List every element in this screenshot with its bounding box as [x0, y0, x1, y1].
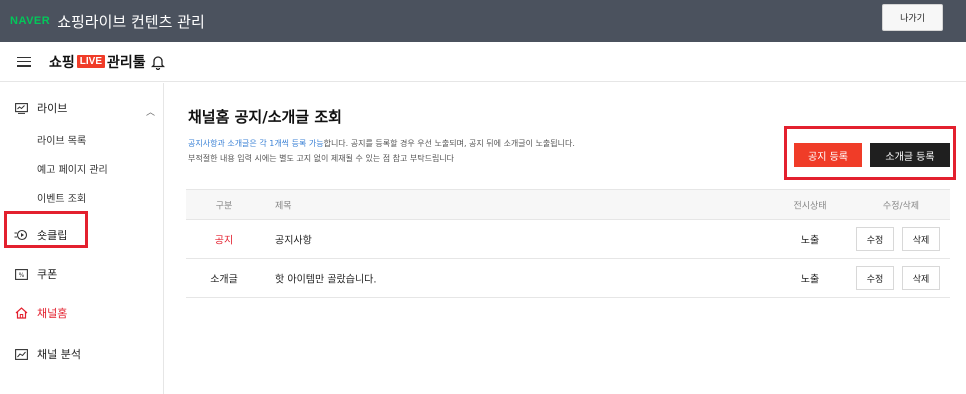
row-kind: 소개글	[210, 274, 238, 286]
app-title: 쇼핑라이브 컨텐츠 관리	[57, 12, 205, 31]
bell-icon[interactable]	[150, 54, 165, 70]
delete-button[interactable]: 삭제	[902, 266, 940, 290]
edit-button[interactable]: 수정	[856, 266, 894, 290]
exit-button[interactable]: 나가기	[882, 4, 943, 31]
row-status: 노출	[800, 274, 820, 286]
row-title[interactable]: 핫 아이템만 골랐습니다.	[275, 271, 377, 286]
notice-table: 구분 제목 전시상태 수정/삭제 공지 공지사항 노출 수정 삭제 소개글 핫 …	[186, 189, 950, 298]
sidebar-item-live-label: 라이브	[37, 102, 68, 115]
live-badge: LIVE	[76, 55, 105, 68]
register-notice-button[interactable]: 공지 등록	[794, 143, 862, 167]
sidebar-item-channel-analytics[interactable]: 채널 분석	[14, 346, 81, 362]
sidebar-item-channel-home-label: 채널홈	[37, 307, 68, 320]
sidebar-subitem-live-list[interactable]: 라이브 목록	[37, 132, 86, 147]
column-header-title: 제목	[275, 201, 292, 211]
sidebar-item-channel-home[interactable]: 채널홈	[14, 305, 67, 321]
brand-prefix: 쇼핑	[49, 54, 75, 71]
sidebar-item-coupon[interactable]: % 쿠폰	[14, 266, 57, 282]
row-title[interactable]: 공지사항	[275, 232, 312, 247]
menu-icon[interactable]	[17, 56, 31, 67]
top-bar: NAVER 쇼핑라이브 컨텐츠 관리 나가기	[0, 0, 966, 42]
sub-header: 쇼핑 LIVE 관리툴	[0, 42, 966, 82]
edit-button[interactable]: 수정	[856, 227, 894, 251]
chart-icon	[14, 348, 28, 360]
column-header-actions: 수정/삭제	[882, 201, 920, 211]
column-header-status: 전시상태	[793, 201, 827, 211]
brand-logo[interactable]: 쇼핑 LIVE 관리툴	[49, 52, 146, 72]
svg-text:%: %	[18, 272, 24, 279]
description-rest: 합니다. 공지를 등록할 경우 우선 노출되며, 공지 뒤에 소개글이 노출됩니…	[323, 139, 575, 148]
description-highlight: 공지사항과 소개글은 각 1개씩 등록 가능	[188, 139, 324, 148]
sidebar-subitem-events[interactable]: 이벤트 조회	[37, 190, 86, 205]
row-kind: 공지	[214, 235, 234, 247]
sidebar-subitem-preview-pages[interactable]: 예고 페이지 관리	[37, 161, 108, 176]
monitor-icon	[14, 102, 28, 114]
chevron-up-icon[interactable]: ︿	[146, 105, 155, 118]
register-intro-button[interactable]: 소개글 등록	[870, 143, 950, 167]
description-line-1: 공지사항과 소개글은 각 1개씩 등록 가능합니다. 공지를 등록할 경우 우선…	[188, 138, 575, 149]
row-status: 노출	[800, 235, 820, 247]
table-row: 소개글 핫 아이템만 골랐습니다. 노출 수정 삭제	[186, 259, 950, 298]
table-header: 구분 제목 전시상태 수정/삭제	[186, 189, 950, 220]
sidebar-item-live[interactable]: 라이브	[14, 100, 67, 116]
coupon-icon: %	[14, 268, 28, 280]
delete-button[interactable]: 삭제	[902, 227, 940, 251]
column-header-kind: 구분	[215, 201, 233, 211]
sidebar-item-channel-analytics-label: 채널 분석	[37, 348, 81, 361]
naver-logo[interactable]: NAVER	[10, 15, 50, 27]
description-line-2: 부적절한 내용 입력 시에는 별도 고지 없이 제재될 수 있는 점 참고 부탁…	[188, 154, 455, 163]
active-item-highlight	[4, 211, 88, 248]
sidebar-item-coupon-label: 쿠폰	[37, 268, 58, 281]
table-row: 공지 공지사항 노출 수정 삭제	[186, 220, 950, 259]
page-title: 채널홈 공지/소개글 조회	[188, 108, 342, 126]
home-icon	[14, 307, 28, 319]
brand-suffix: 관리툴	[107, 54, 146, 71]
